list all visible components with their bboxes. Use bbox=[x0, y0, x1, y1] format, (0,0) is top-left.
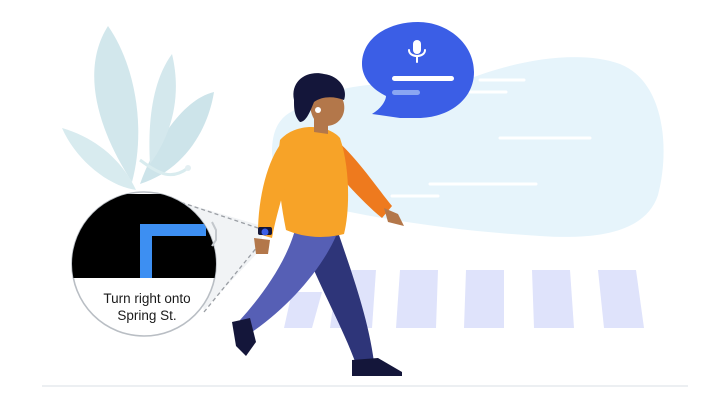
watch-instruction-line2: Spring St. bbox=[117, 308, 177, 323]
transcript-line-short bbox=[392, 90, 420, 95]
front-hand bbox=[254, 238, 270, 254]
transcript-line bbox=[392, 76, 454, 81]
watch-instruction-line1: Turn right onto bbox=[103, 291, 191, 306]
watch-instruction: Turn right onto Spring St. bbox=[84, 290, 210, 324]
sweater bbox=[278, 127, 349, 237]
watch-face bbox=[261, 228, 269, 236]
back-shoe bbox=[352, 358, 402, 376]
plant-leaves bbox=[62, 26, 214, 190]
illustration-scene bbox=[42, 22, 688, 387]
earbud bbox=[315, 107, 321, 113]
